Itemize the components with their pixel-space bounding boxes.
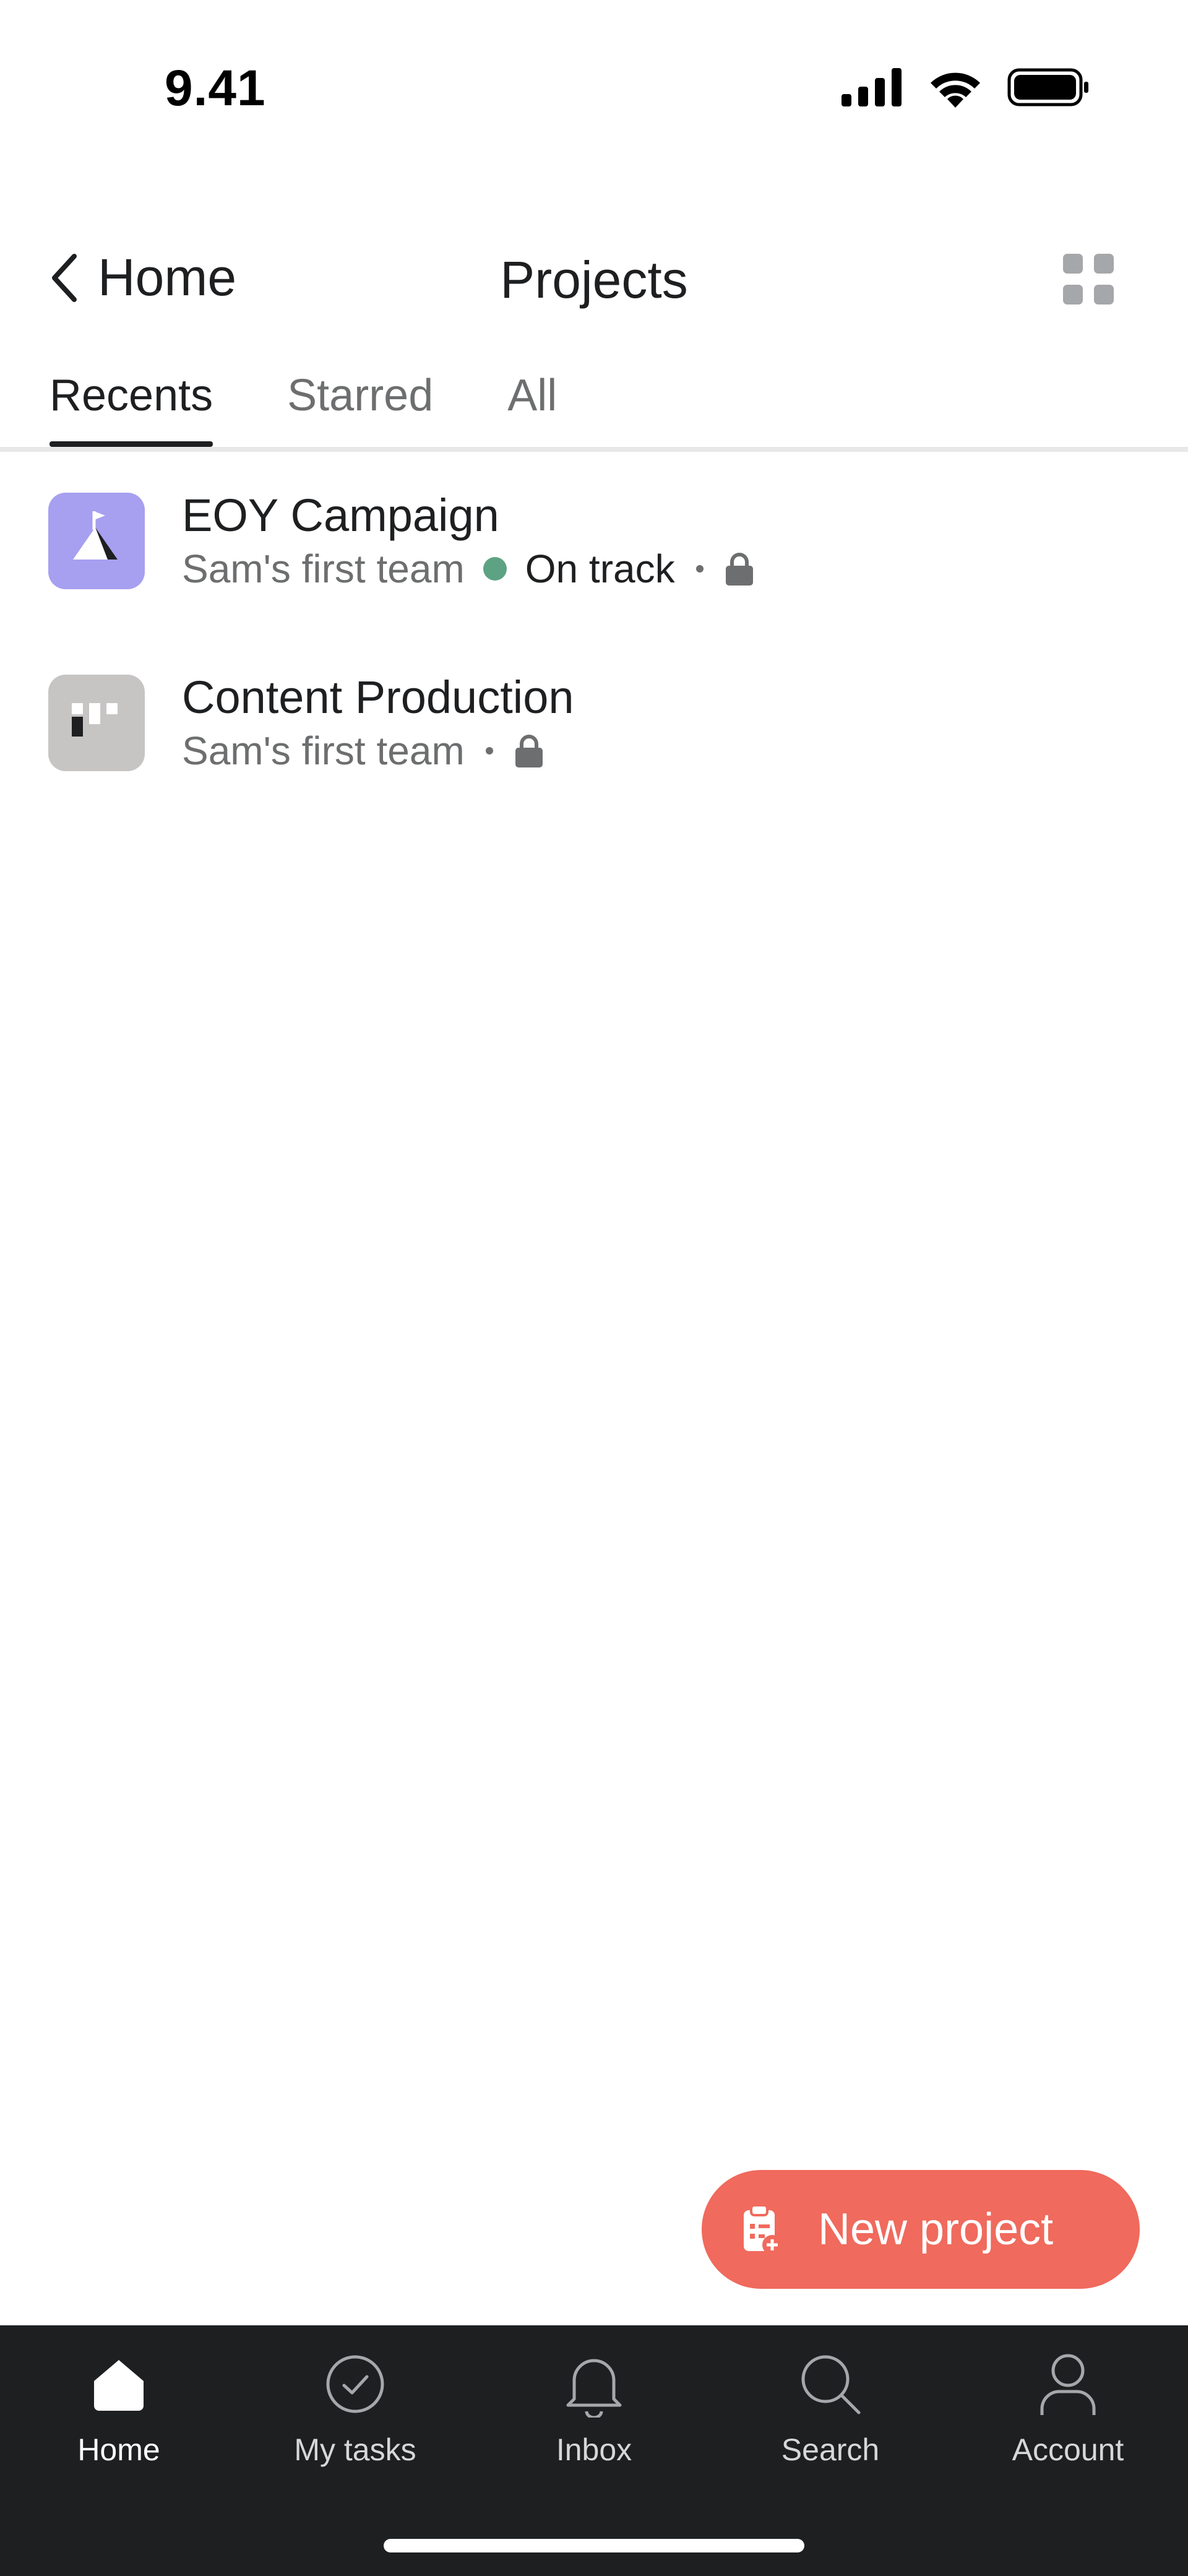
tabbar-item-search[interactable]: Search bbox=[738, 2350, 923, 2468]
person-icon bbox=[1034, 2350, 1102, 2418]
tab-all[interactable]: All bbox=[507, 366, 557, 447]
lock-icon bbox=[515, 735, 543, 767]
project-meta: Sam's first team bbox=[182, 728, 544, 774]
home-icon bbox=[85, 2350, 153, 2418]
clipboard-plus-icon bbox=[744, 2204, 782, 2255]
tabbar-item-inbox[interactable]: Inbox bbox=[501, 2350, 687, 2468]
battery-icon bbox=[1007, 68, 1088, 106]
back-label: Home bbox=[98, 248, 237, 306]
project-row-eoy-campaign[interactable]: EOY Campaign Sam's first team On track bbox=[0, 490, 1188, 672]
project-team: Sam's first team bbox=[182, 547, 465, 591]
lock-icon bbox=[725, 553, 753, 586]
chevron-left-icon bbox=[52, 253, 77, 302]
check-circle-icon bbox=[321, 2350, 389, 2418]
tab-divider bbox=[0, 447, 1188, 452]
status-time: 9.41 bbox=[165, 60, 266, 116]
board-icon bbox=[48, 675, 145, 771]
mountain-flag-icon bbox=[48, 493, 145, 589]
home-indicator bbox=[384, 2539, 804, 2552]
tabbar-item-my-tasks[interactable]: My tasks bbox=[262, 2350, 448, 2468]
grid-view-button[interactable] bbox=[1063, 254, 1114, 305]
project-tabs: Recents Starred All bbox=[50, 366, 631, 447]
project-name: EOY Campaign bbox=[182, 490, 499, 541]
project-team: Sam's first team bbox=[182, 728, 465, 773]
bell-icon bbox=[560, 2350, 628, 2418]
tabbar-item-home[interactable]: Home bbox=[26, 2350, 212, 2468]
search-icon bbox=[796, 2350, 864, 2418]
back-button[interactable]: Home bbox=[50, 248, 236, 308]
project-meta: Sam's first team On track bbox=[182, 546, 754, 592]
tab-starred[interactable]: Starred bbox=[287, 366, 433, 447]
status-icons bbox=[842, 67, 1089, 108]
new-project-button[interactable]: New project bbox=[702, 2170, 1140, 2289]
grid-icon bbox=[1063, 254, 1083, 274]
status-dot-icon bbox=[483, 557, 507, 581]
tabbar-label: Search bbox=[781, 2432, 880, 2467]
project-name: Content Production bbox=[182, 672, 574, 723]
tabbar-item-account[interactable]: Account bbox=[975, 2350, 1161, 2468]
tabbar-label: Inbox bbox=[556, 2432, 632, 2467]
tabbar-label: Home bbox=[77, 2432, 160, 2467]
separator-dot bbox=[485, 747, 493, 754]
tabbar-label: Account bbox=[1012, 2432, 1124, 2467]
new-project-label: New project bbox=[818, 2205, 1054, 2254]
tab-recents[interactable]: Recents bbox=[50, 366, 213, 447]
status-label: On track bbox=[525, 547, 675, 591]
separator-dot bbox=[695, 565, 704, 573]
project-row-content-production[interactable]: Content Production Sam's first team bbox=[0, 672, 1188, 854]
tabbar-label: My tasks bbox=[294, 2432, 416, 2467]
wifi-icon bbox=[931, 72, 980, 108]
cellular-signal-icon bbox=[842, 68, 902, 106]
